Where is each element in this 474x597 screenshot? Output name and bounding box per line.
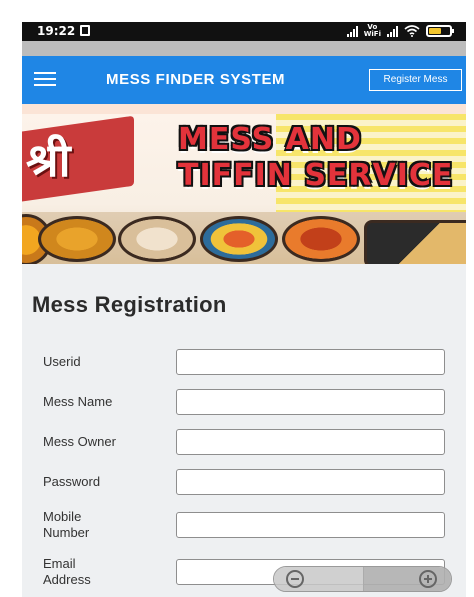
registration-form: Mess Registration Userid Mess Name Mess … — [22, 264, 466, 597]
volte-bottom: WiFi — [363, 30, 381, 38]
mess-name-label: Mess Name — [43, 394, 113, 409]
zoom-controls — [273, 566, 452, 592]
register-mess-button[interactable]: Register Mess — [369, 69, 462, 91]
browser-strip — [22, 41, 466, 56]
userid-label: Userid — [43, 354, 81, 369]
password-label: Password — [43, 474, 101, 489]
banner-title-line2: TIFFIN SERVICE — [178, 158, 454, 193]
mobile-number-label: Mobile Number — [43, 509, 90, 540]
top-navbar: MESS FINDER SYSTEM Register Mess — [22, 56, 466, 104]
banner-image: श्री MESS AND TIFFIN SERVICE — [22, 114, 466, 264]
menu-icon[interactable] — [34, 71, 56, 87]
status-icons: Vo WiFi — [346, 24, 454, 38]
mess-owner-input[interactable] — [176, 429, 445, 455]
gallery-notification-icon — [80, 25, 90, 36]
food-dish — [118, 216, 196, 262]
wifi-icon — [404, 25, 420, 37]
zoom-out-icon — [286, 570, 304, 588]
battery-icon — [426, 25, 454, 37]
mess-name-input[interactable] — [176, 389, 445, 415]
mess-owner-label: Mess Owner — [43, 434, 116, 449]
banner-hindi-text: श्री — [26, 133, 71, 187]
email-address-label: Email Address — [43, 556, 91, 587]
banner-food-row — [22, 212, 466, 264]
brand-title[interactable]: MESS FINDER SYSTEM — [106, 71, 285, 88]
mobile-number-input[interactable] — [176, 512, 445, 538]
status-time: 19:22 — [37, 24, 76, 38]
zoom-in-icon — [419, 570, 438, 588]
form-title: Mess Registration — [32, 292, 227, 317]
food-dish — [282, 216, 360, 262]
volte-indicator: Vo WiFi — [364, 24, 381, 38]
signal-icon-2 — [387, 25, 398, 37]
banner-top-strip — [22, 104, 466, 114]
signal-icon — [346, 25, 358, 37]
status-bar: 19:22 Vo WiFi — [22, 22, 466, 41]
banner-title-line1: MESS AND — [178, 122, 362, 157]
food-dish — [38, 216, 116, 262]
phone-screen: 19:22 Vo WiFi MESS FINDER SYSTEM Registe… — [22, 22, 466, 597]
zoom-out-button[interactable] — [274, 567, 363, 591]
password-input[interactable] — [176, 469, 445, 495]
food-dish — [364, 220, 466, 264]
zoom-in-button[interactable] — [363, 567, 451, 591]
userid-input[interactable] — [176, 349, 445, 375]
food-dish — [200, 216, 278, 262]
